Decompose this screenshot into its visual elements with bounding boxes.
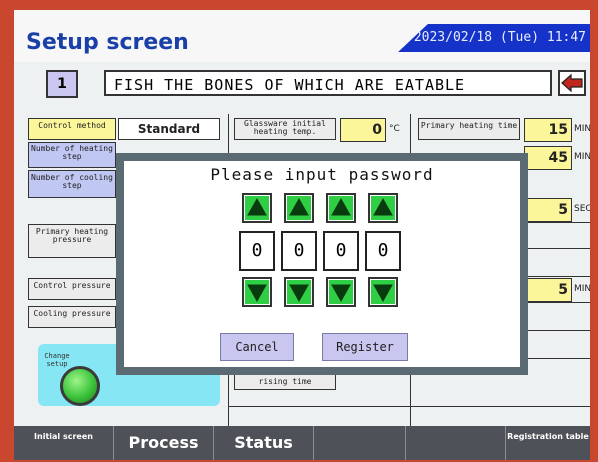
glassware-temp-unit: °C: [389, 124, 400, 134]
glassware-temp-value-text: 0: [372, 122, 382, 138]
footer-registration-table-button[interactable]: Registration table: [506, 426, 590, 460]
control-method-text: Control method: [38, 121, 106, 130]
down-arrow-icon: [329, 280, 353, 304]
right-value-1-text: 15: [548, 122, 568, 138]
heating-steps-text: Number of heating step: [31, 144, 113, 161]
down-arrow-icon: [245, 280, 269, 304]
datetime-text: 2023/02/18 (Tue) 11:47: [413, 30, 586, 45]
heating-steps-label: Number of heating step: [28, 142, 116, 168]
control-method-value[interactable]: Standard: [118, 118, 220, 140]
digit-4-up-button[interactable]: [368, 193, 398, 223]
register-button[interactable]: Register: [322, 333, 408, 361]
footer-empty-slot-2: [406, 426, 506, 460]
cooling-pressure-text: Cooling pressure: [33, 309, 111, 318]
glassware-temp-label: Glassware initial heating temp.: [234, 118, 336, 140]
cooling-pressure-label: Cooling pressure: [28, 306, 116, 328]
up-arrow-icon: [329, 196, 353, 220]
primary-heating-time-text: Primary heating time: [420, 121, 518, 130]
up-arrow-icon: [245, 196, 269, 220]
password-prompt: Please input password: [210, 165, 434, 184]
up-arrow-icon: [371, 196, 395, 220]
cancel-button[interactable]: Cancel: [220, 333, 294, 361]
datetime-bar-wedge: [396, 22, 430, 54]
footer-status-button[interactable]: Status: [214, 426, 314, 460]
cooling-steps-text: Number of cooling step: [31, 173, 113, 190]
primary-heating-time-label: Primary heating time: [418, 118, 520, 140]
digit-1-up-button[interactable]: [242, 193, 272, 223]
glassware-temp-value[interactable]: 0: [340, 118, 386, 142]
footer-process-button[interactable]: Process: [114, 426, 214, 460]
down-arrow-icon: [287, 280, 311, 304]
footer-initial-screen-button[interactable]: Initial screen: [14, 426, 114, 460]
down-arrow-icon: [371, 280, 395, 304]
digit-2-down-button[interactable]: [284, 277, 314, 307]
right-unit-3: SEC: [574, 204, 590, 214]
grid-line: [228, 406, 590, 407]
footer-registration-table-label: Registration table: [507, 432, 589, 441]
back-button[interactable]: [558, 70, 586, 96]
up-arrow-icon: [287, 196, 311, 220]
password-dialog-body: Please input password 0 0 0 0 Cancel Reg…: [124, 161, 520, 367]
right-value-1[interactable]: 15: [524, 118, 572, 142]
recipe-number[interactable]: 1: [46, 70, 78, 98]
primary-heating-pressure-label: Primary heating pressure: [28, 224, 116, 258]
password-digit-3[interactable]: 0: [323, 231, 359, 271]
right-value-3[interactable]: 5: [524, 198, 572, 222]
control-method-label: Control method: [28, 118, 116, 140]
right-value-2-text: 45: [548, 150, 568, 166]
back-arrow-icon: [561, 73, 583, 93]
password-digit-2[interactable]: 0: [281, 231, 317, 271]
digit-2-up-button[interactable]: [284, 193, 314, 223]
right-unit-2: MIN: [574, 152, 590, 162]
change-setup-round-button[interactable]: [60, 366, 100, 406]
primary-heating-pressure-text: Primary heating pressure: [35, 227, 109, 244]
digit-3-down-button[interactable]: [326, 277, 356, 307]
cooling-steps-label: Number of cooling step: [28, 170, 116, 198]
right-value-4-text: 5: [558, 282, 568, 298]
password-digit-4[interactable]: 0: [365, 231, 401, 271]
footer-initial-screen-label: Initial screen: [34, 432, 93, 441]
recipe-bar: 1 FISH THE BONES OF WHICH ARE EATABLE: [28, 66, 590, 98]
rising-time-label: rising time: [234, 374, 336, 390]
glassware-temp-text: Glassware initial heating temp.: [244, 119, 326, 136]
recipe-name: FISH THE BONES OF WHICH ARE EATABLE: [104, 70, 552, 96]
page-title: Setup screen: [26, 30, 189, 55]
control-pressure-label: Control pressure: [28, 278, 116, 300]
footer-nav: Initial screen Process Status Registrati…: [14, 426, 590, 460]
digit-4-down-button[interactable]: [368, 277, 398, 307]
right-unit-1: MIN: [574, 124, 590, 134]
password-dialog: Please input password 0 0 0 0 Cancel Reg…: [116, 153, 528, 375]
digit-3-up-button[interactable]: [326, 193, 356, 223]
rising-time-text: rising time: [258, 377, 312, 386]
password-digit-1[interactable]: 0: [239, 231, 275, 271]
right-value-4[interactable]: 5: [524, 278, 572, 302]
footer-empty-slot-1: [314, 426, 406, 460]
digit-1-down-button[interactable]: [242, 277, 272, 307]
change-setup-label: Change setup: [44, 352, 70, 368]
header: Setup screen 2023/02/18 (Tue) 11:47: [14, 10, 590, 62]
hmi-screen: Setup screen 2023/02/18 (Tue) 11:47 1 FI…: [14, 10, 590, 460]
control-method-value-text: Standard: [137, 122, 201, 136]
control-pressure-text: Control pressure: [33, 281, 111, 290]
right-value-3-text: 5: [558, 202, 568, 218]
right-unit-4: MIN: [574, 284, 590, 294]
right-value-2[interactable]: 45: [524, 146, 572, 170]
